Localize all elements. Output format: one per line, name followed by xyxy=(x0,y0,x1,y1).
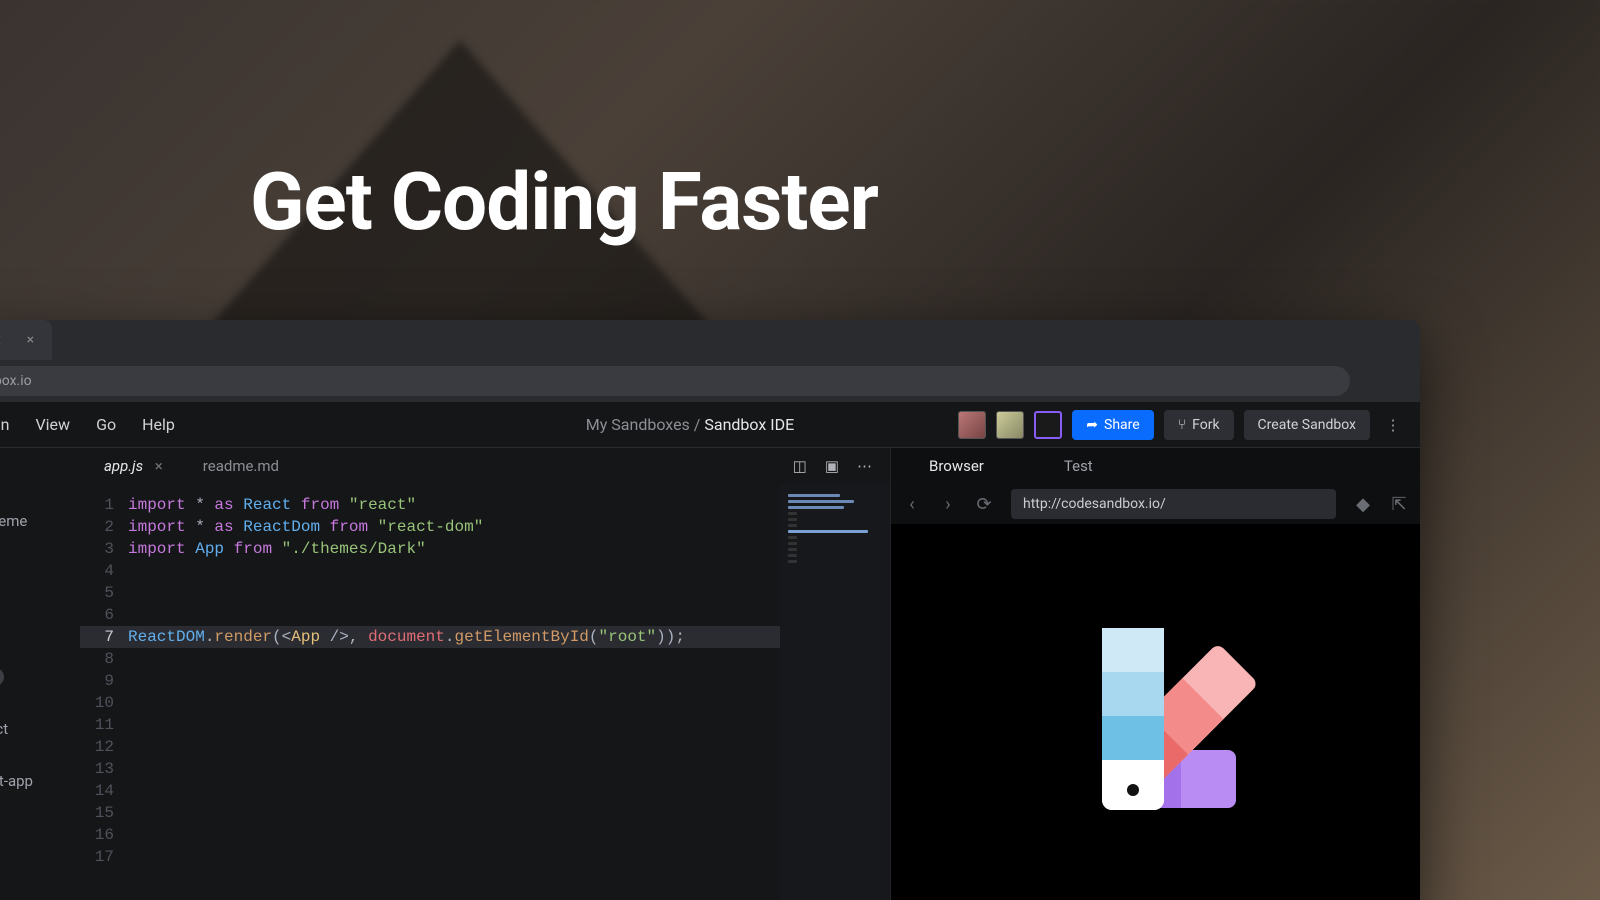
forward-icon[interactable]: › xyxy=(939,494,957,515)
preview-nav: ‹ › ⟳ http://codesandbox.io/ ◆ ⇱ xyxy=(891,484,1420,524)
share-button[interactable]: ➦ Share xyxy=(1072,410,1153,440)
browser-tabstrip: box × xyxy=(0,320,1420,360)
line-number: 11 xyxy=(80,714,128,736)
preview-body xyxy=(891,524,1420,900)
code-line[interactable]: 17 xyxy=(80,846,780,868)
code-line[interactable]: 3import App from "./themes/Dark" xyxy=(80,538,780,560)
editor-tabs: app.js × readme.md ◫ ▣ ⋯ xyxy=(80,448,890,484)
menu-item[interactable]: View xyxy=(35,415,70,434)
line-number: 5 xyxy=(80,582,128,604)
menu-item[interactable]: ction xyxy=(0,415,9,434)
code-line[interactable]: 16 xyxy=(80,824,780,846)
code-line[interactable]: 4 xyxy=(80,560,780,582)
sidebar: k Theme tie 234 React react-app xyxy=(0,448,80,900)
sidebar-count: 234 xyxy=(0,616,70,634)
more-icon[interactable]: ⋯ xyxy=(857,457,872,475)
line-number: 10 xyxy=(80,692,128,714)
preview-column: Browser Test ‹ › ⟳ http://codesandbox.io… xyxy=(890,448,1420,900)
popout-icon[interactable]: ⇱ xyxy=(1390,494,1408,515)
line-number: 15 xyxy=(80,802,128,824)
avatar[interactable] xyxy=(1034,411,1062,439)
code-line[interactable]: 1import * as React from "react" xyxy=(80,494,780,516)
close-icon[interactable]: × xyxy=(27,332,34,348)
swatch-icon xyxy=(1056,622,1256,822)
browser-tab-label: box xyxy=(0,332,1,348)
menu-bar: ction View Go Help xyxy=(0,415,175,434)
tab-active[interactable]: app.js × xyxy=(104,457,163,475)
code-line[interactable]: 14 xyxy=(80,780,780,802)
code-line[interactable]: 12 xyxy=(80,736,780,758)
grid-icon[interactable]: ◆ xyxy=(1354,494,1372,515)
layout-icon[interactable]: ▣ xyxy=(825,457,839,475)
create-label: Create Sandbox xyxy=(1258,417,1356,433)
code-line[interactable]: 8 xyxy=(80,648,780,670)
line-number: 9 xyxy=(80,670,128,692)
reload-icon[interactable]: ⟳ xyxy=(975,494,993,515)
preview-url: http://codesandbox.io/ xyxy=(1023,496,1166,512)
code-line[interactable]: 11 xyxy=(80,714,780,736)
line-number: 13 xyxy=(80,758,128,780)
toggle-switch[interactable] xyxy=(0,668,4,686)
close-icon[interactable]: × xyxy=(155,457,163,475)
code-editor[interactable]: 1import * as React from "react"2import *… xyxy=(80,484,780,900)
code-line[interactable]: 10 xyxy=(80,692,780,714)
app-header: ction View Go Help My Sandboxes / Sandbo… xyxy=(0,402,1420,448)
code-line[interactable]: 2import * as ReactDom from "react-dom" xyxy=(80,516,780,538)
more-icon[interactable]: ⋮ xyxy=(1380,416,1406,434)
tab-inactive[interactable]: readme.md xyxy=(203,457,279,475)
line-number: 16 xyxy=(80,824,128,846)
line-number: 14 xyxy=(80,780,128,802)
avatar[interactable] xyxy=(996,411,1024,439)
tab-browser[interactable]: Browser xyxy=(929,457,984,475)
line-number: 12 xyxy=(80,736,128,758)
preview-url-bar[interactable]: http://codesandbox.io/ xyxy=(1011,489,1336,519)
menu-item[interactable]: Help xyxy=(142,415,175,434)
editor-column: app.js × readme.md ◫ ▣ ⋯ 1import * as Re… xyxy=(80,448,890,900)
sidebar-item[interactable]: tie xyxy=(0,564,70,582)
line-number: 17 xyxy=(80,846,128,868)
address-row: dbox.io xyxy=(0,360,1420,402)
line-number: 8 xyxy=(80,648,128,670)
code-line[interactable]: 13 xyxy=(80,758,780,780)
fork-icon: ⑂ xyxy=(1178,417,1186,433)
line-number: 4 xyxy=(80,560,128,582)
line-number: 3 xyxy=(80,538,128,560)
line-number: 6 xyxy=(80,604,128,626)
address-bar[interactable]: dbox.io xyxy=(0,366,1350,396)
code-line[interactable]: 5 xyxy=(80,582,780,604)
share-label: Share xyxy=(1104,417,1140,433)
app-window: box × dbox.io ction View Go Help My Sand… xyxy=(0,320,1420,900)
share-icon: ➦ xyxy=(1086,417,1098,433)
line-number: 2 xyxy=(80,516,128,538)
breadcrumb-current: Sandbox IDE xyxy=(704,415,794,434)
menu-item[interactable]: Go xyxy=(96,415,116,434)
tab-test[interactable]: Test xyxy=(1064,457,1093,475)
breadcrumb-sep: / xyxy=(694,415,705,434)
address-text: dbox.io xyxy=(0,373,32,389)
browser-tab[interactable]: box × xyxy=(0,320,52,360)
code-line[interactable]: 9 xyxy=(80,670,780,692)
sidebar-template[interactable]: react-app xyxy=(0,772,70,790)
minimap[interactable] xyxy=(780,484,890,900)
breadcrumb: My Sandboxes / Sandbox IDE xyxy=(586,415,794,434)
avatar[interactable] xyxy=(958,411,986,439)
line-number: 7 xyxy=(80,626,128,648)
line-number: 1 xyxy=(80,494,128,516)
create-sandbox-button[interactable]: Create Sandbox xyxy=(1244,410,1370,440)
sidebar-theme[interactable]: k Theme xyxy=(0,512,70,530)
back-icon[interactable]: ‹ xyxy=(903,494,921,515)
main-content: k Theme tie 234 React react-app app.js ×… xyxy=(0,448,1420,900)
tab-label: app.js xyxy=(104,457,143,475)
breadcrumb-parent[interactable]: My Sandboxes xyxy=(586,415,690,434)
headline: Get Coding Faster xyxy=(250,155,878,249)
fork-button[interactable]: ⑂ Fork xyxy=(1164,410,1234,440)
code-line[interactable]: 7ReactDOM.render(<App />, document.getEl… xyxy=(80,626,780,648)
code-line[interactable]: 15 xyxy=(80,802,780,824)
split-icon[interactable]: ◫ xyxy=(793,457,807,475)
code-line[interactable]: 6 xyxy=(80,604,780,626)
preview-tabs: Browser Test xyxy=(891,448,1420,484)
sidebar-framework: React xyxy=(0,720,70,738)
fork-label: Fork xyxy=(1192,417,1219,433)
